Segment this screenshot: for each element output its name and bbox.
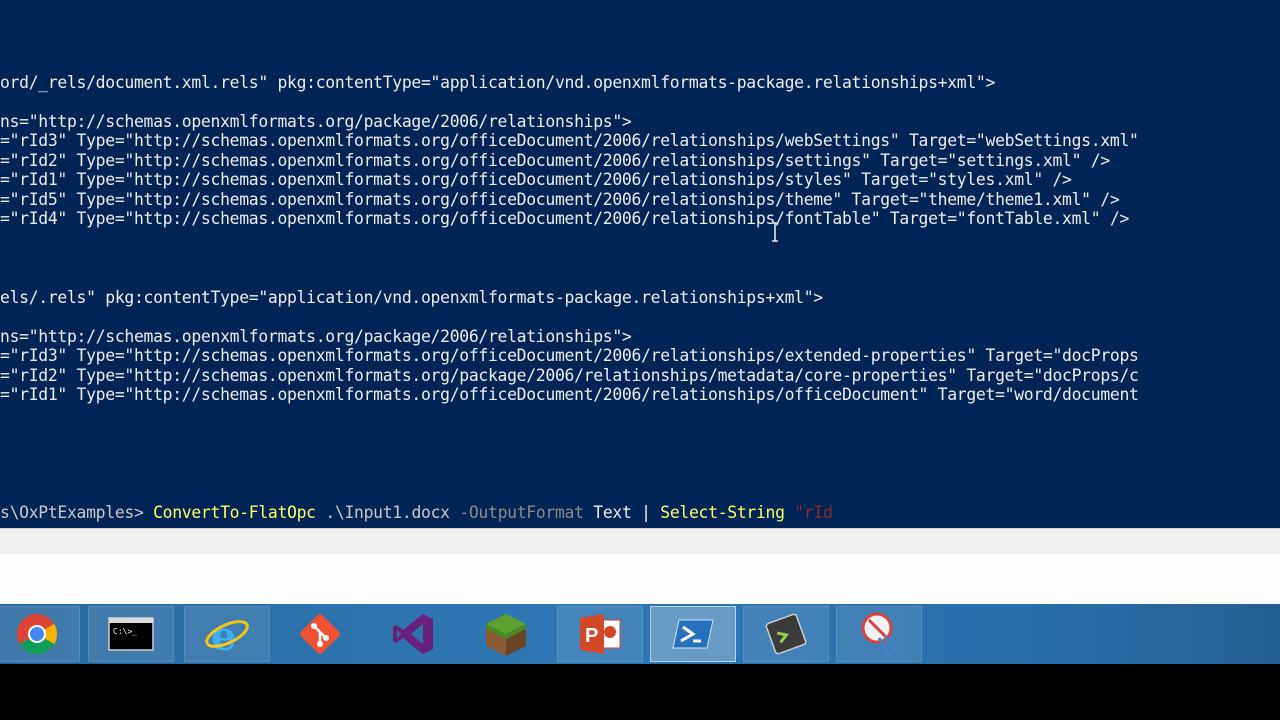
console-line: ="rId5" Type="http://schemas.openxmlform… [0,190,1120,209]
console-line: els/.rels" pkg:contentType="application/… [0,288,823,307]
horizontal-scrollbar[interactable] [0,528,1280,555]
taskbar-item-powerpoint[interactable]: P [557,606,643,662]
parameter-value: Text [593,503,632,522]
chrome-icon [17,614,57,654]
argument-path: .\Input1.docx [325,503,450,522]
parameter-name: -OutputFormat [459,503,584,522]
command-prompt-line[interactable]: s\OxPtExamples> ConvertTo-FlatOpc .\Inpu… [0,503,833,522]
console-line: ="rId3" Type="http://schemas.openxmlform… [0,131,1139,150]
taskbar-item-command-prompt[interactable]: C:\>_ [88,606,174,662]
taskbar-item-minecraft[interactable] [463,606,549,662]
console-line: ns="http://schemas.openxmlformats.org/pa… [0,112,632,131]
cmdlet-name-2: Select-String [660,503,785,522]
svg-text:C:\>_: C:\>_ [113,627,137,636]
console-line: ns="http://schemas.openxmlformats.org/pa… [0,327,632,346]
taskbar-item-visual-studio[interactable] [370,606,456,662]
git-icon [300,614,340,654]
prompt-path: s\OxPtExamples> [0,503,154,522]
visual-studio-icon [393,614,433,654]
powershell-icon [672,619,714,649]
taskbar-item-chrome[interactable] [0,606,80,662]
console-line: ="rId4" Type="http://schemas.openxmlform… [0,209,1130,228]
taskbar: C:\>_ e P [0,604,1280,664]
minecraft-icon [486,614,526,656]
console-line: ="rId3" Type="http://schemas.openxmlform… [0,346,1139,365]
powershell-console[interactable]: ord/_rels/document.xml.rels" pkg:content… [0,0,1280,528]
pipe-operator: | [641,503,651,522]
svg-text:P: P [585,625,598,647]
taskbar-item-powershell[interactable] [650,606,736,662]
taskbar-item-internet-explorer[interactable]: e [184,606,270,662]
console-line: ="rId1" Type="http://schemas.openxmlform… [0,170,1072,189]
internet-explorer-icon: e [205,613,249,658]
screen-bottom-bar [0,664,1280,720]
taskbar-item-git[interactable] [277,606,363,662]
powershell-ise-icon [765,613,807,655]
taskbar-item-powershell-ise[interactable] [743,606,829,662]
svg-text:e: e [211,613,236,658]
console-line: ord/_rels/document.xml.rels" pkg:content… [0,73,996,92]
powerpoint-icon: P [580,614,621,654]
command-prompt-icon: C:\>_ [108,617,154,651]
cmdlet-name: ConvertTo-FlatOpc [153,503,316,522]
console-line: ="rId2" Type="http://schemas.openxmlform… [0,366,1139,385]
text-cursor-icon [772,222,778,242]
string-argument: "rId [794,503,833,522]
blank-area [0,554,1280,604]
snipping-tool-icon [861,612,898,657]
taskbar-item-snipping-tool[interactable] [836,606,922,662]
console-line: ="rId1" Type="http://schemas.openxmlform… [0,385,1139,404]
console-line: ="rId2" Type="http://schemas.openxmlform… [0,151,1110,170]
